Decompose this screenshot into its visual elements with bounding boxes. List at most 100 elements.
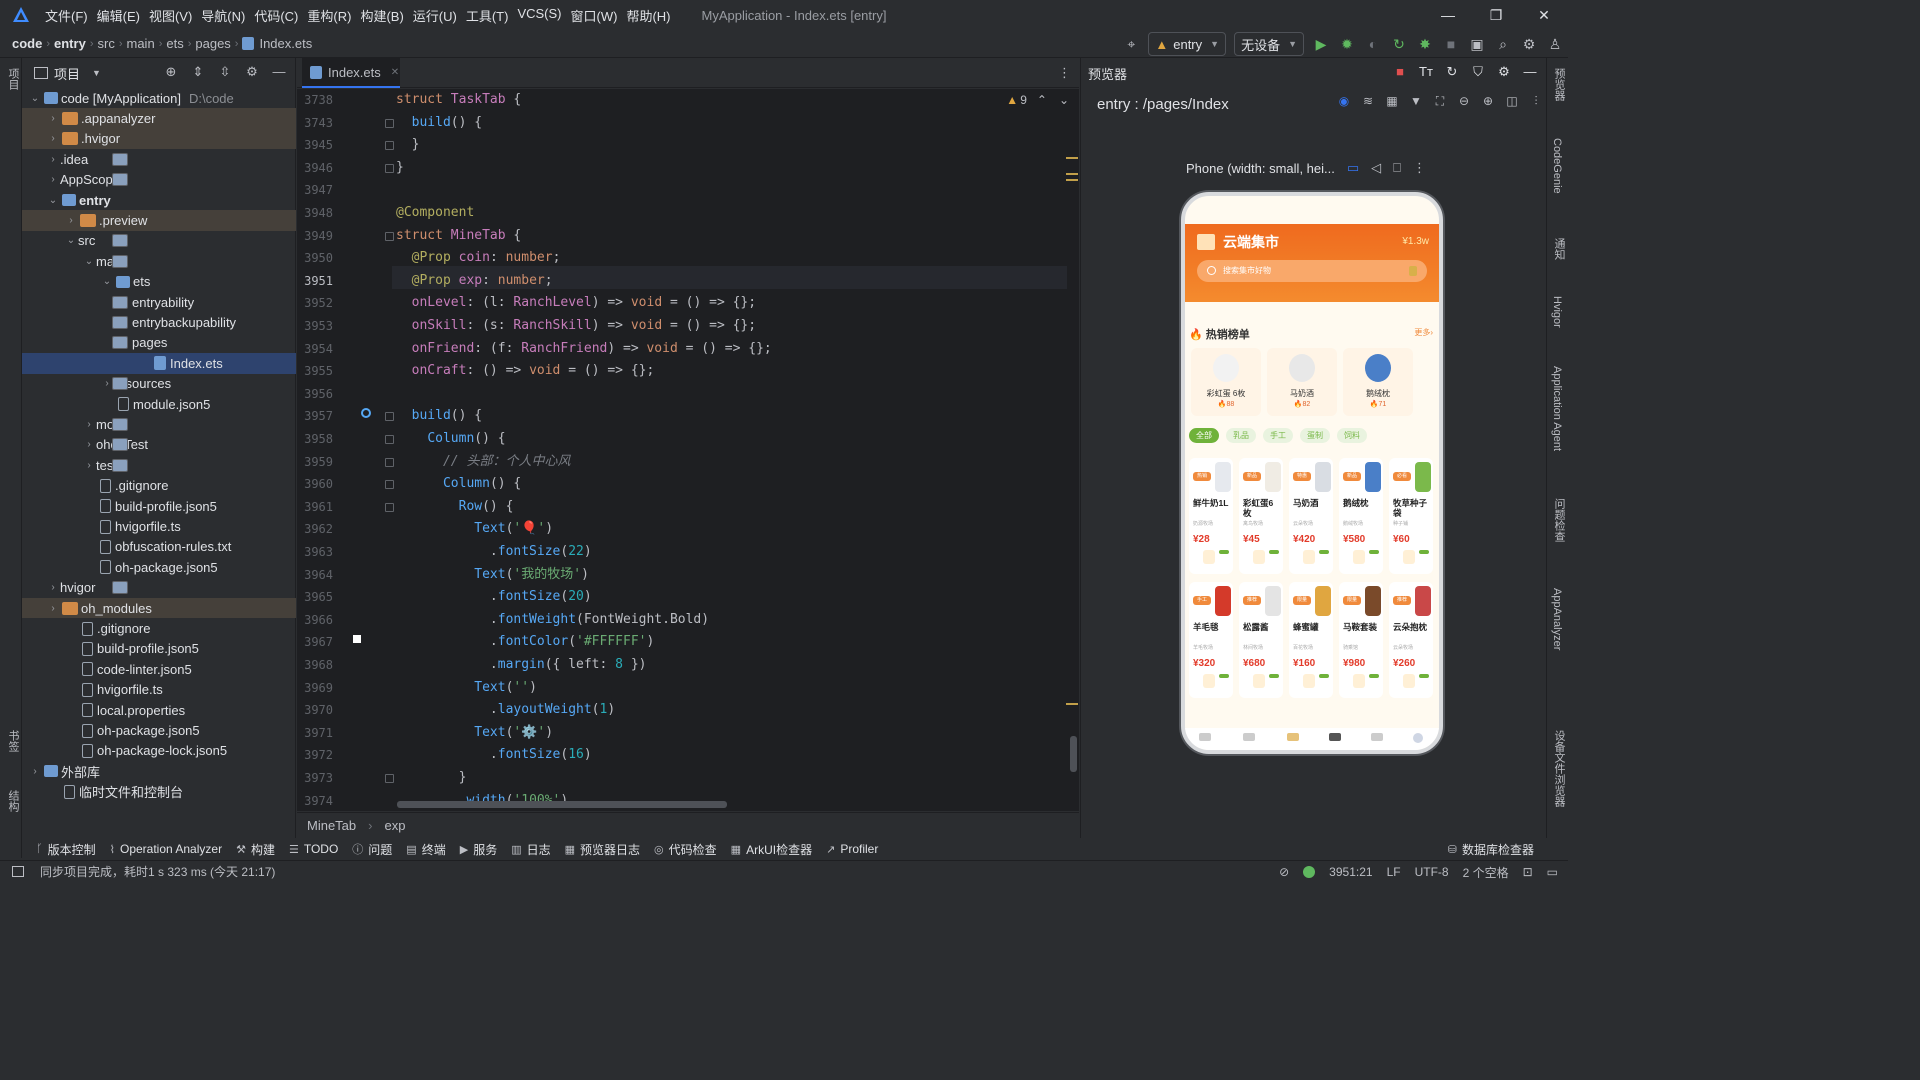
tab-shop-icon[interactable]: [1371, 733, 1383, 741]
chevron-down-icon[interactable]: ⌄: [100, 276, 114, 287]
menu-item[interactable]: 导航(N): [201, 6, 245, 25]
tab-task-icon[interactable]: [1287, 733, 1299, 741]
tree-item[interactable]: › .preview: [22, 210, 296, 231]
breadcrumb-item[interactable]: main: [127, 36, 155, 51]
bottom-tool-10[interactable]: ▦ ArkUI检查器: [731, 841, 812, 858]
strip-application-agent[interactable]: Application Agent: [1551, 366, 1563, 451]
database-inspector-button[interactable]: ⛁ 数据库检查器: [1448, 841, 1534, 858]
tree-item[interactable]: › 外部库: [22, 761, 296, 781]
chevron-down-icon[interactable]: ⌄: [82, 256, 96, 267]
breadcrumb-item[interactable]: Index.ets: [259, 36, 312, 51]
hot-item[interactable]: 鹅绒枕 🔥71: [1343, 348, 1413, 416]
strip-bookmarks[interactable]: 书签: [5, 730, 21, 752]
tree-item[interactable]: › AppScope: [22, 170, 296, 190]
buy-button[interactable]: [1303, 550, 1315, 564]
tree-item[interactable]: ⌄ entry: [22, 190, 296, 210]
fold-marker-icon[interactable]: [385, 457, 394, 467]
preview-mode-icon[interactable]: ◉: [1334, 94, 1354, 109]
crumb-struct[interactable]: MineTab: [307, 818, 356, 833]
menu-item[interactable]: 编辑(E): [97, 6, 140, 25]
minimize-icon[interactable]: —: [1424, 0, 1472, 30]
menu-item[interactable]: 视图(V): [149, 6, 192, 25]
chevron-right-icon[interactable]: ›: [28, 766, 42, 777]
hide-icon[interactable]: —: [269, 64, 289, 80]
tree-item[interactable]: build-profile.json5: [22, 496, 296, 516]
tab-market-icon[interactable]: [1329, 733, 1341, 741]
chevron-down-icon[interactable]: ⌄: [46, 195, 60, 206]
buy-button[interactable]: [1203, 674, 1215, 688]
buy-button[interactable]: [1253, 550, 1265, 564]
tab-index-ets[interactable]: Index.ets ✕: [302, 58, 400, 88]
breadcrumb-item[interactable]: code: [12, 36, 42, 51]
fold-marker-icon[interactable]: [385, 435, 394, 444]
product-card[interactable]: 必看 牧草种子袋 种子铺 ¥60: [1389, 458, 1433, 574]
bottom-tool-7[interactable]: ▥ 日志: [511, 841, 550, 858]
caret-position[interactable]: 3951:21: [1329, 865, 1372, 879]
hide-icon[interactable]: —: [1520, 64, 1540, 80]
inspect-icon[interactable]: ⛉: [1468, 64, 1488, 80]
strip-codegenie[interactable]: CodeGenie: [1551, 138, 1563, 194]
buy-button[interactable]: [1203, 550, 1215, 564]
menu-item[interactable]: 代码(C): [254, 6, 298, 25]
strip-structure[interactable]: 结构: [5, 790, 21, 812]
fold-marker-icon[interactable]: [385, 412, 394, 422]
strip-preview[interactable]: 预览器: [1551, 68, 1567, 101]
tree-item[interactable]: › .appanalyzer: [22, 108, 296, 129]
multi-device-icon[interactable]: ▭: [1347, 160, 1359, 176]
category-chip[interactable]: 蛋制: [1300, 428, 1330, 443]
chevron-right-icon[interactable]: ›: [82, 419, 96, 430]
bottom-tool-0[interactable]: ᚴ 版本控制: [36, 841, 96, 858]
memory-icon[interactable]: ▭: [1547, 865, 1558, 879]
status-ok-icon[interactable]: [1303, 866, 1316, 878]
lock-icon[interactable]: ⊡: [1523, 865, 1533, 879]
indent-setting[interactable]: 2 个空格: [1463, 864, 1509, 881]
attach-debugger-icon[interactable]: ✸: [1414, 33, 1436, 55]
error-stripe-mark[interactable]: [1066, 157, 1078, 159]
strip-project[interactable]: 项目: [5, 68, 21, 90]
expand-all-icon[interactable]: ⇕: [188, 64, 208, 80]
line-ending[interactable]: LF: [1387, 865, 1401, 879]
bottom-tool-4[interactable]: ⓘ 问题: [352, 841, 392, 858]
back-icon[interactable]: ◁: [1371, 160, 1381, 176]
tree-item[interactable]: › .idea: [22, 149, 296, 169]
maximize-icon[interactable]: ❐: [1472, 0, 1520, 30]
app-search-input[interactable]: 搜索集市好物: [1197, 260, 1427, 282]
breadcrumb-item[interactable]: src: [97, 36, 114, 51]
chevron-down-icon[interactable]: ▼: [1406, 94, 1426, 109]
override-marker-icon[interactable]: [361, 408, 371, 418]
menu-item[interactable]: 窗口(W): [571, 6, 618, 25]
fold-marker-icon[interactable]: [385, 480, 394, 490]
fold-marker-icon[interactable]: [385, 502, 394, 512]
inspection-widget[interactable]: ▲ 9 ⌃ ⌄: [1006, 93, 1069, 107]
tree-item[interactable]: ⌄ main: [22, 251, 296, 271]
device-manager-icon[interactable]: ▣: [1466, 33, 1488, 55]
stop-preview-icon[interactable]: ■: [1390, 64, 1410, 80]
target-icon[interactable]: ⌖: [1120, 33, 1142, 55]
reload-icon[interactable]: ↻: [1388, 33, 1410, 55]
zoom-out-icon[interactable]: ⊖: [1454, 94, 1474, 109]
gear-icon[interactable]: ⚙: [1494, 64, 1514, 80]
tree-item[interactable]: hvigorfile.ts: [22, 680, 296, 700]
breadcrumb-item[interactable]: pages: [195, 36, 230, 51]
fold-marker-icon[interactable]: [385, 141, 394, 151]
collapse-all-icon[interactable]: ⇳: [215, 64, 235, 80]
menu-item[interactable]: 帮助(H): [626, 6, 670, 25]
device-label[interactable]: Phone (width: small, hei...: [1186, 161, 1335, 176]
chevron-down-icon[interactable]: ▼: [92, 68, 101, 78]
bottom-tool-3[interactable]: ☰ TODO: [289, 842, 338, 856]
category-chip[interactable]: 全部: [1189, 428, 1219, 443]
product-card[interactable]: 推荐 松露酱 林间牧场 ¥680: [1239, 582, 1283, 698]
error-stripe-mark[interactable]: [1066, 179, 1078, 181]
tree-item[interactable]: oh-package-lock.json5: [22, 741, 296, 761]
tab-home-icon[interactable]: [1199, 733, 1211, 741]
product-card[interactable]: 推荐 云朵抱枕 云朵牧场 ¥260: [1389, 582, 1433, 698]
strip-device-file-browser[interactable]: 设备文件浏览器: [1551, 730, 1567, 807]
product-card[interactable]: 手工 羊毛毯 羊毛牧场 ¥320: [1189, 582, 1233, 698]
strip-problems[interactable]: 问题检查: [1551, 498, 1567, 542]
chevron-right-icon[interactable]: ›: [46, 582, 60, 593]
tree-item[interactable]: .gitignore: [22, 476, 296, 496]
hot-more-link[interactable]: 更多›: [1414, 327, 1433, 338]
breadcrumb-item[interactable]: ets: [166, 36, 183, 51]
bottom-tool-2[interactable]: ⚒ 构建: [236, 841, 275, 858]
tree-item[interactable]: › .hvigor: [22, 128, 296, 150]
